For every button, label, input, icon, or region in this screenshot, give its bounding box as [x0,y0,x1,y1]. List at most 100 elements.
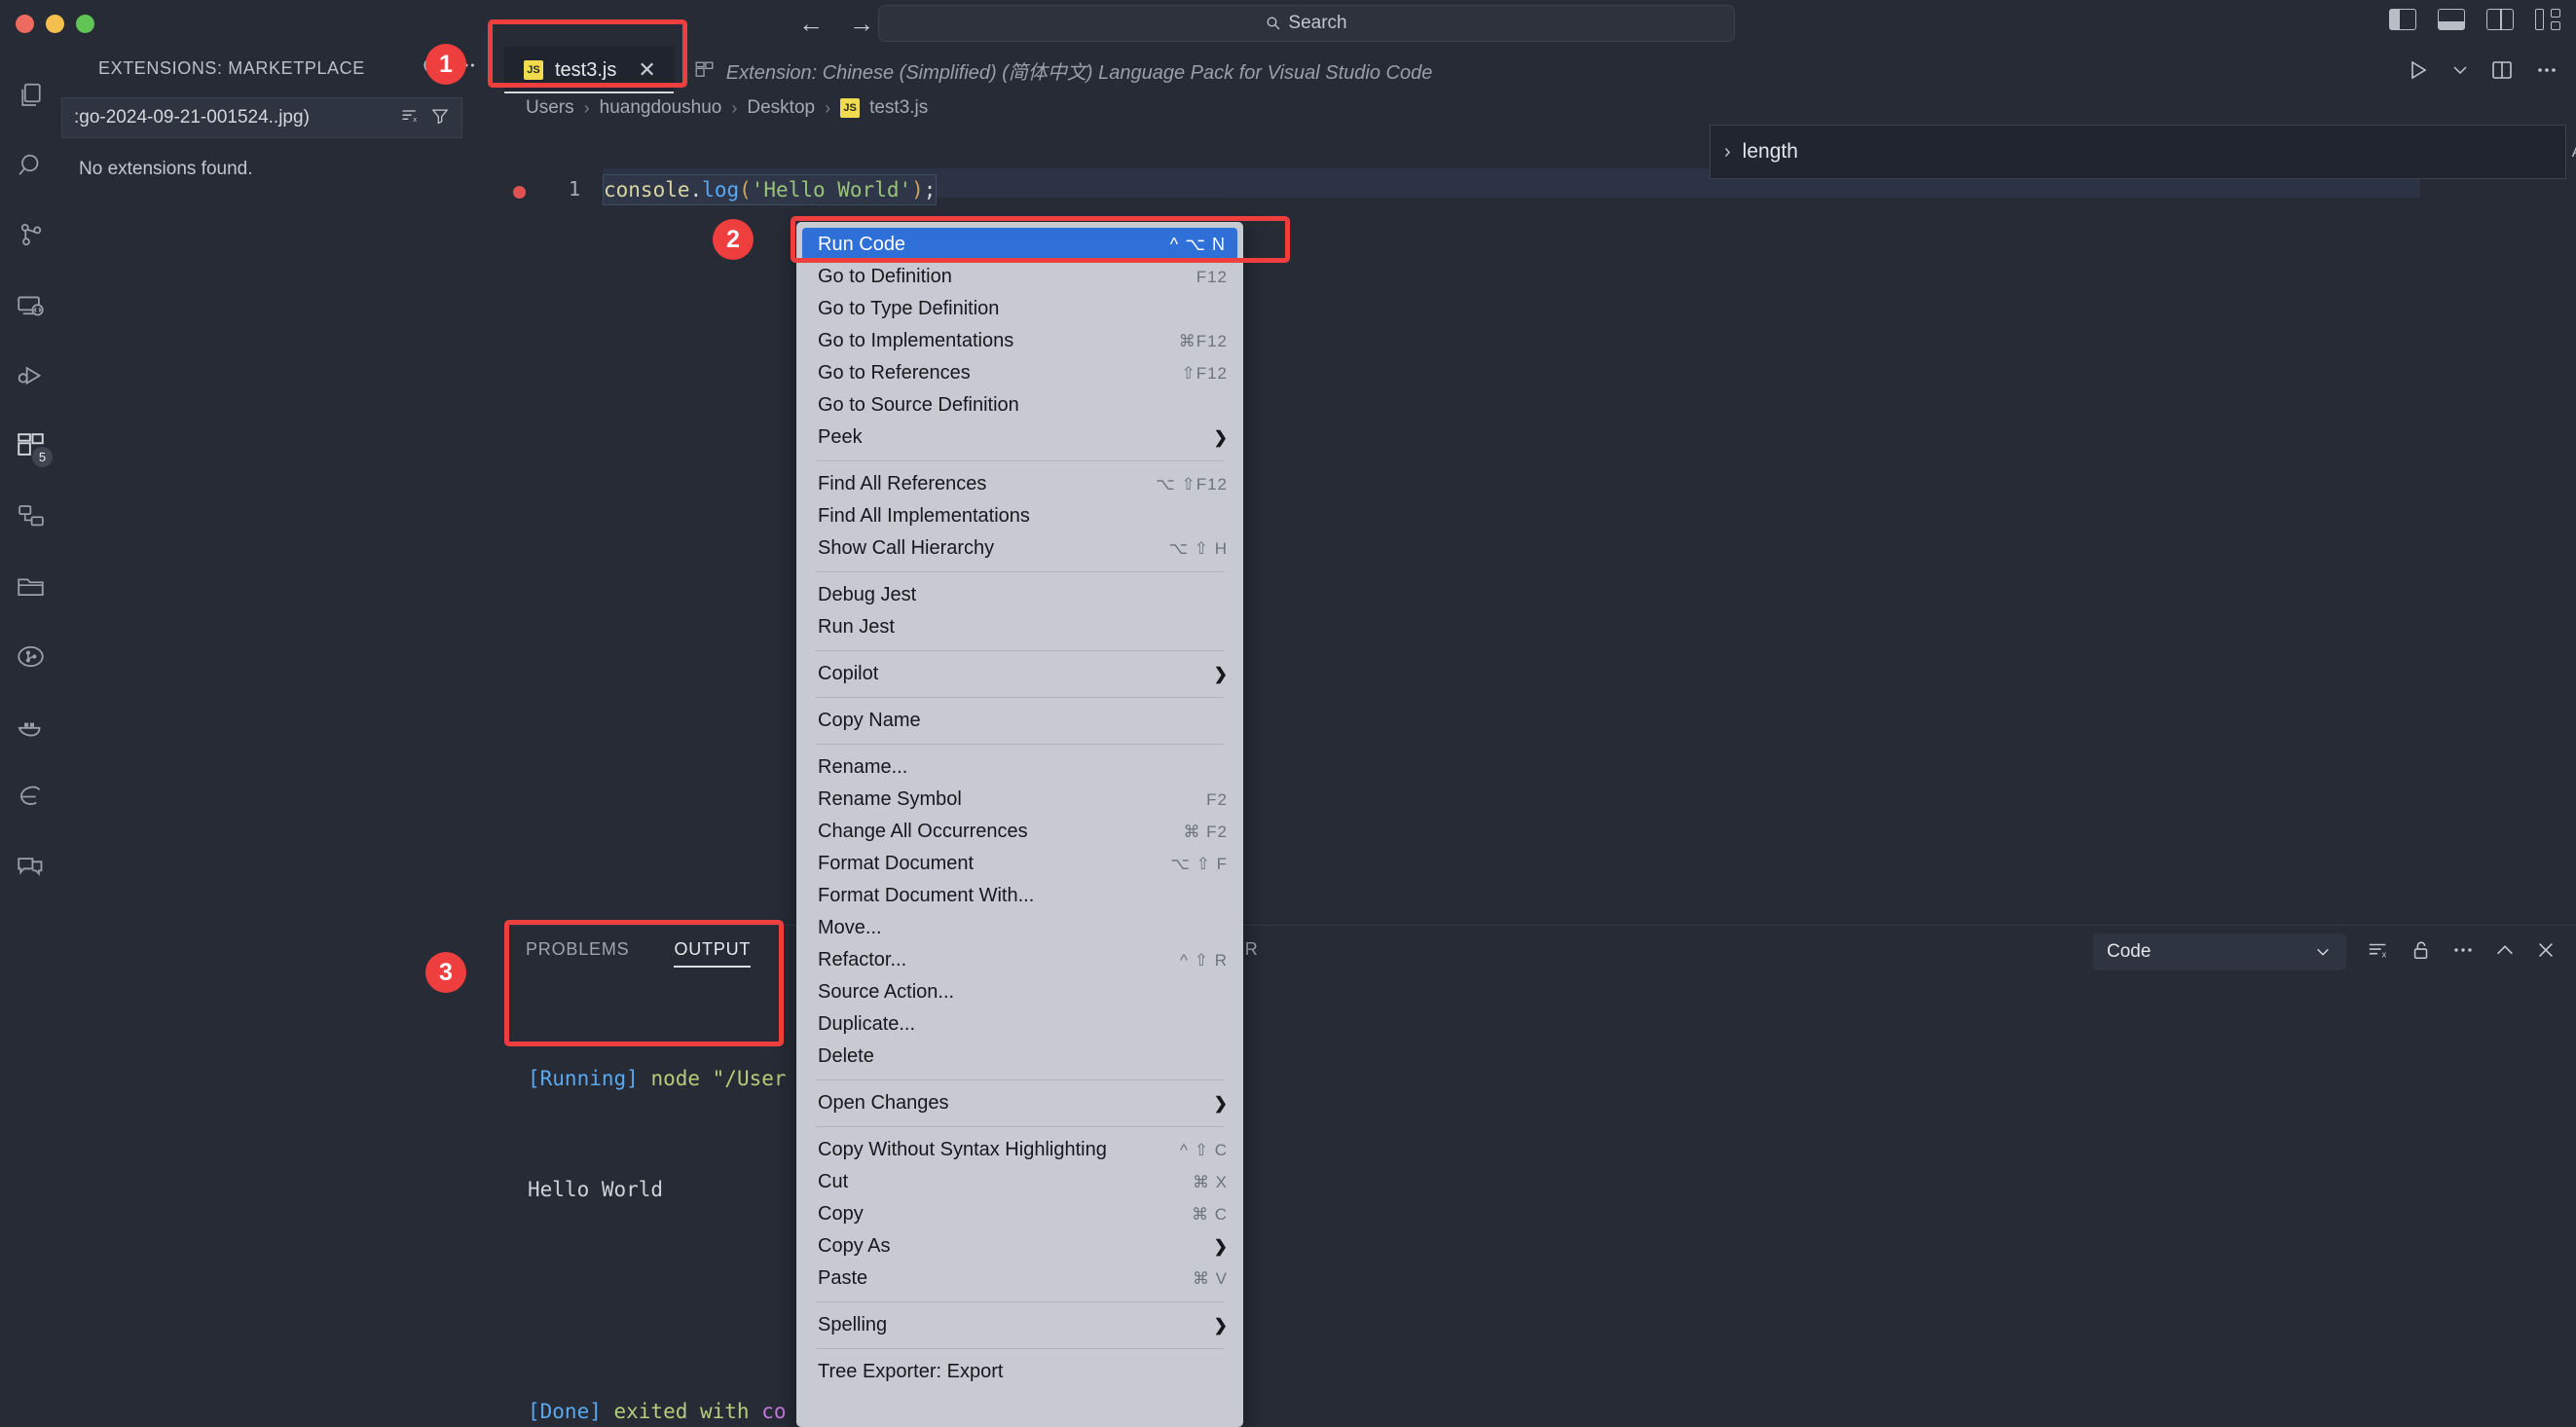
menu-item-shortcut: ^ ⌥ N [1169,234,1226,254]
arrow-right-icon[interactable]: → [849,10,874,37]
tab-output[interactable]: OUTPUT [674,939,752,968]
find-widget[interactable]: › length Aa ab .* No results ↑ ↓ ✕ [1710,125,2576,179]
sidebar-item-git-graph[interactable] [0,621,61,691]
menu-item-refactor[interactable]: Refactor... ^ ⇧ R [796,944,1243,976]
menu-item-show-call-hierarchy[interactable]: Show Call Hierarchy ⌥ ⇧ H [796,532,1243,565]
menu-item-copilot[interactable]: Copilot ❯ [796,658,1243,690]
close-icon[interactable]: ✕ [638,57,655,83]
menu-item-cut[interactable]: Cut ⌘ X [796,1166,1243,1198]
sidebar-item-source-control[interactable] [0,201,61,271]
toggle-panel-icon[interactable] [2438,9,2465,30]
match-case-icon[interactable]: Aa [2572,142,2576,162]
menu-item-open-changes[interactable]: Open Changes ❯ [796,1087,1243,1119]
menu-item-format-document[interactable]: Format Document ⌥ ⇧ F [796,848,1243,880]
menu-item-shortcut: ⌘ X [1192,1172,1228,1191]
menu-item-duplicate[interactable]: Duplicate... [796,1008,1243,1041]
output-text-hello-world: Hello World [528,1178,664,1201]
sidebar-item-remote-explorer[interactable] [0,271,61,341]
menu-item-shortcut: ⌘F12 [1178,331,1228,350]
close-icon[interactable] [2535,939,2557,966]
output-exit-text: exited with [601,1400,762,1423]
chevron-up-icon[interactable] [2494,939,2516,966]
breadcrumb-item-2[interactable]: Desktop [747,97,815,119]
command-center-search[interactable]: Search [878,5,1735,42]
menu-item-format-document-with[interactable]: Format Document With... [796,880,1243,912]
menu-item-copy-name[interactable]: Copy Name [796,705,1243,737]
menu-item-label: Rename Symbol [818,788,962,810]
menu-item-label: Peek [818,426,863,448]
menu-item-shortcut: ⌥ ⇧ F [1170,854,1228,873]
menu-item-tree-exporter-export[interactable]: Tree Exporter: Export [796,1356,1243,1388]
clear-filter-icon[interactable]: x [399,106,421,130]
menu-item-copy-without-syntax-highlighting[interactable]: Copy Without Syntax Highlighting ^ ⇧ C [796,1134,1243,1166]
menu-item-go-to-definition[interactable]: Go to Definition F12 [796,261,1243,293]
more-actions-icon[interactable] [2451,938,2475,967]
menu-item-go-to-implementations[interactable]: Go to Implementations ⌘F12 [796,325,1243,357]
editor-tab-test3js[interactable]: JS test3.js ✕ [504,47,675,93]
menu-item-run-jest[interactable]: Run Jest [796,611,1243,643]
unlock-icon[interactable] [2410,938,2432,967]
sidebar-item-run-and-debug[interactable] [0,341,61,411]
menu-item-change-all-occurrences[interactable]: Change All Occurrences ⌘ F2 [796,816,1243,848]
sidebar-item-project-manager[interactable] [0,551,61,621]
chevron-down-icon[interactable] [2451,61,2469,79]
menu-item-rename[interactable]: Rename... [796,751,1243,784]
breakpoint-dot[interactable] [513,186,526,199]
filter-icon[interactable] [430,106,450,130]
clear-output-icon[interactable]: x [2366,939,2391,966]
breadcrumb-item-3[interactable]: test3.js [869,97,928,119]
menu-item-go-to-references[interactable]: Go to References ⇧F12 [796,357,1243,389]
output-channel-select[interactable]: Code [2093,933,2346,970]
menu-item-copy[interactable]: Copy ⌘ C [796,1198,1243,1230]
panel-action-bar: Code x [2093,933,2557,970]
close-window-button[interactable] [16,15,34,33]
minimize-window-button[interactable] [46,15,64,33]
menu-item-spelling[interactable]: Spelling ❯ [796,1309,1243,1341]
maximize-window-button[interactable] [76,15,94,33]
menu-item-run-code[interactable]: Run Code ^ ⌥ N [802,228,1237,261]
menu-item-label: Duplicate... [818,1013,916,1035]
extension-description-tab[interactable]: Extension: Chinese (Simplified) (简体中文) L… [675,47,1432,93]
find-input[interactable]: length [1743,140,2560,164]
menu-item-find-all-references[interactable]: Find All References ⌥ ⇧F12 [796,468,1243,500]
menu-item-label: Go to Definition [818,266,952,287]
chevron-right-icon[interactable]: › [1724,141,1731,164]
run-icon[interactable] [2407,58,2430,82]
menu-item-go-to-source-definition[interactable]: Go to Source Definition [796,389,1243,421]
sidebar-item-test-explorer[interactable] [0,481,61,551]
sidebar-item-extensions[interactable]: 5 [0,411,61,481]
code-token-dot: . [689,178,703,201]
breadcrumb-item-1[interactable]: huangdoushuo [600,97,722,119]
menu-item-shortcut: F12 [1196,267,1228,286]
sidebar-item-explorer[interactable] [0,60,61,130]
nav-buttons: ← → [798,10,874,37]
arrow-left-icon[interactable]: ← [798,10,824,37]
editor-context-menu[interactable]: Run Code ^ ⌥ N Go to Definition F12 Go to Ty… [796,222,1243,1427]
toggle-secondary-sidebar-icon[interactable] [2486,9,2514,30]
sidebar-item-docker[interactable] [0,691,61,761]
menu-item-label: Delete [818,1045,874,1067]
menu-item-peek[interactable]: Peek ❯ [796,421,1243,454]
menu-item-label: Go to Source Definition [818,394,1019,416]
menu-item-shortcut: ⌘ C [1192,1204,1228,1224]
menu-item-debug-jest[interactable]: Debug Jest [796,579,1243,611]
menu-item-source-action[interactable]: Source Action... [796,976,1243,1008]
extensions-search-input[interactable]: :go-2024-09-21-001524..jpg) x [61,97,462,138]
menu-item-delete[interactable]: Delete [796,1041,1243,1073]
sidebar-item-search[interactable] [0,130,61,201]
menu-item-rename-symbol[interactable]: Rename Symbol F2 [796,784,1243,816]
minimap[interactable] [2420,127,2557,925]
tab-problems[interactable]: PROBLEMS [526,939,629,966]
menu-item-paste[interactable]: Paste ⌘ V [796,1262,1243,1295]
menu-item-find-all-implementations[interactable]: Find All Implementations [796,500,1243,532]
sidebar-item-comments[interactable] [0,831,61,901]
more-actions-icon[interactable] [2535,58,2558,82]
menu-item-go-to-type-definition[interactable]: Go to Type Definition [796,293,1243,325]
sidebar-item-jest-runner[interactable] [0,761,61,831]
toggle-primary-sidebar-icon[interactable] [2389,9,2416,30]
menu-item-copy-as[interactable]: Copy As ❯ [796,1230,1243,1262]
breadcrumb-item-0[interactable]: Users [526,97,574,119]
menu-item-move[interactable]: Move... [796,912,1243,944]
customize-layout-icon[interactable] [2535,9,2560,30]
split-editor-icon[interactable] [2490,58,2514,82]
